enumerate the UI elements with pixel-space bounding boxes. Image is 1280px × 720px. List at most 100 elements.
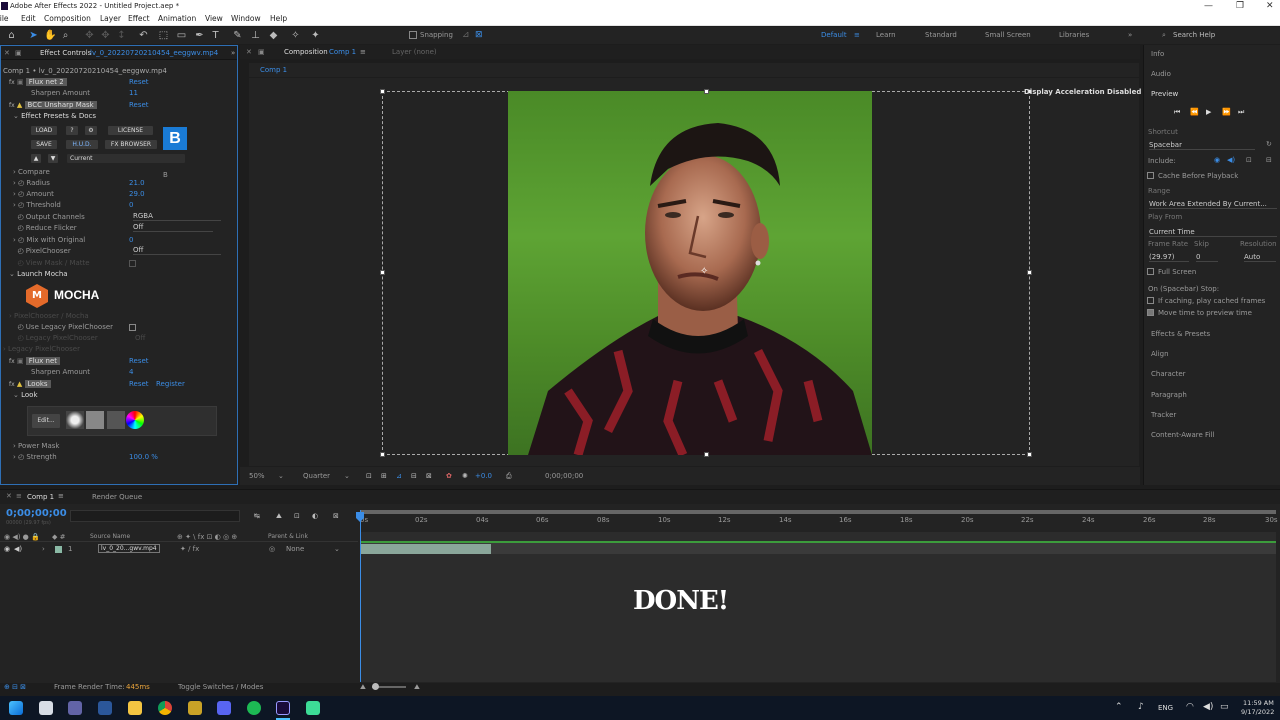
menu-edit[interactable]: Edit (21, 12, 36, 26)
preset-up-button[interactable]: ▲ (31, 154, 41, 163)
wifi-icon[interactable]: ◠ (1186, 702, 1194, 712)
menu-window[interactable]: Window (231, 12, 261, 26)
reset-icon[interactable]: ↻ (1266, 140, 1272, 148)
viewer-timecode[interactable]: 0;00;00;00 (545, 467, 583, 485)
app-icon[interactable] (306, 701, 320, 715)
menu-animation[interactable]: Animation (158, 12, 196, 26)
tracker-section[interactable]: Tracker (1151, 411, 1176, 419)
snap-grid-icon[interactable]: ⊠ (475, 30, 483, 40)
look-swatch-icon[interactable] (66, 411, 84, 429)
bcc-load-button[interactable]: LOAD (31, 126, 57, 135)
zoom-select[interactable]: 50% (249, 467, 265, 485)
maximize-icon[interactable]: ❐ (1236, 0, 1244, 12)
audio-section[interactable]: Audio (1151, 70, 1171, 78)
workspace-learn[interactable]: Learn (876, 31, 896, 39)
view-mask-checkbox[interactable] (129, 260, 136, 267)
zoom-in-icon[interactable]: ⛰ (414, 682, 420, 692)
transparency-grid-icon[interactable]: ⊞ (381, 467, 387, 485)
lock-icon[interactable]: ▣ (15, 46, 22, 60)
preset-current-field[interactable]: Current (67, 154, 185, 163)
shy-icon[interactable]: ⊡ (294, 512, 300, 520)
zoom-out-icon[interactable]: ⛰ (360, 682, 366, 692)
render-queue-tab[interactable]: Render Queue (92, 493, 142, 501)
param-value[interactable]: 0 (129, 200, 133, 211)
zoom-slider-thumb[interactable] (372, 683, 379, 690)
color-wheel-icon[interactable] (126, 411, 144, 429)
taskbar-time[interactable]: 11:59 AM (1243, 699, 1274, 707)
hand-tool-icon[interactable]: ✋ (44, 30, 56, 41)
effect-value[interactable]: Reset (129, 100, 149, 111)
color-channels-icon[interactable]: ✿ (446, 467, 452, 485)
character-section[interactable]: Character (1151, 370, 1186, 378)
include-layers-icon[interactable]: ⊟ (1266, 156, 1272, 164)
register-link[interactable]: Register (156, 379, 185, 390)
workspace-menu-icon[interactable]: ≡ (854, 31, 860, 39)
type-tool-icon[interactable]: T (210, 30, 221, 41)
effect-row-bcc-unsharp[interactable]: fx ▲ BCC Unsharp Mask Reset (9, 100, 229, 111)
param-compare[interactable]: › Compare (13, 167, 50, 178)
rectangle-tool-icon[interactable]: ▭ (176, 30, 187, 41)
minimize-icon[interactable]: — (1204, 0, 1213, 12)
chevron-down-icon[interactable]: ⌄ (334, 545, 340, 553)
effect-row-flux-net-2[interactable]: fx ▣ Flux net 2 Reset (9, 77, 229, 88)
align-section[interactable]: Align (1151, 350, 1169, 358)
snapshot-icon[interactable]: ⎙ (506, 467, 512, 485)
reduce-flicker-select[interactable]: Off (133, 223, 213, 232)
guides-icon[interactable]: ⊟ (411, 467, 417, 485)
volume-icon[interactable]: ◀) (1203, 702, 1213, 712)
lock-icon[interactable]: ▣ (258, 45, 265, 59)
timeline-timecode[interactable]: 0;00;00;00 (6, 508, 67, 519)
transform-handle[interactable] (1027, 270, 1032, 275)
anchor-point-icon[interactable]: ✧ (700, 266, 708, 277)
audio-icon[interactable]: ◀) (14, 545, 22, 553)
timeline-tab-comp1[interactable]: Comp 1 (27, 493, 54, 501)
word-icon[interactable] (98, 701, 112, 715)
toggle-switches-modes[interactable]: Toggle Switches / Modes (178, 682, 263, 692)
language-indicator[interactable]: ENG (1158, 704, 1173, 712)
fx-icon[interactable]: fx (9, 77, 15, 88)
workspace-libraries[interactable]: Libraries (1059, 31, 1089, 39)
layer-bar-clip[interactable] (360, 544, 491, 554)
pan-tool-icon[interactable]: ✥ (100, 30, 111, 41)
snapping-checkbox[interactable] (409, 31, 417, 39)
close-icon[interactable]: ✕ (4, 46, 10, 60)
work-area-bar[interactable] (360, 510, 1276, 514)
fx-icon[interactable]: fx (9, 356, 15, 367)
tray-mic-icon[interactable]: ♪ (1138, 702, 1144, 712)
expand-layer-icon[interactable]: › (42, 545, 45, 553)
power-mask-group[interactable]: › Power Mask (13, 441, 59, 452)
look-group[interactable]: ⌄ Look (13, 390, 38, 401)
dolly-tool-icon[interactable]: ↕ (116, 30, 127, 41)
pixelchooser-mocha-group[interactable]: › PixelChooser / Mocha (9, 311, 89, 322)
bcc-help-button[interactable]: ? (66, 126, 78, 135)
tracks-area[interactable] (360, 532, 1276, 682)
skip-select[interactable]: 0 (1196, 253, 1218, 262)
fx-icon[interactable]: fx (9, 379, 15, 390)
include-audio-icon[interactable]: ◀) (1227, 156, 1235, 164)
home-icon[interactable]: ⌂ (6, 30, 17, 41)
switches-icon[interactable]: ✦ / fx (180, 545, 199, 553)
transform-handle[interactable] (1027, 452, 1032, 457)
composition-tab-label[interactable]: Composition (284, 45, 328, 59)
chevron-down-icon[interactable]: ⌄ (278, 467, 284, 485)
param-value[interactable]: 21.0 (129, 178, 145, 189)
play-from-select[interactable]: Current Time (1149, 228, 1277, 237)
camera-tool-icon[interactable]: ⬚ (158, 30, 169, 41)
paragraph-section[interactable]: Paragraph (1151, 391, 1187, 399)
workspace-default[interactable]: Default (821, 31, 847, 39)
range-select[interactable]: Work Area Extended By Current... (1149, 200, 1277, 209)
region-of-interest-icon[interactable]: ⊡ (366, 467, 372, 485)
look-edit-button[interactable]: Edit... (32, 414, 60, 428)
layer-label-color[interactable] (55, 546, 62, 553)
content-aware-fill-section[interactable]: Content-Aware Fill (1151, 431, 1214, 439)
timeline-menu-icon[interactable]: ≡ (16, 492, 22, 500)
after-effects-icon[interactable] (276, 701, 290, 715)
composition-tab-name[interactable]: Comp 1 (329, 45, 356, 59)
effect-value[interactable]: Reset (129, 77, 149, 88)
time-ruler[interactable]: 0s 02s 04s 06s 08s 10s 12s 14s 16s 18s 2… (360, 510, 1278, 530)
resolution-select[interactable]: Quarter (303, 467, 330, 485)
file-explorer-icon[interactable] (128, 701, 142, 715)
look-swatch-icon[interactable] (86, 411, 104, 429)
resolution-select[interactable]: Auto (1244, 253, 1276, 262)
info-section[interactable]: Info (1151, 50, 1164, 58)
